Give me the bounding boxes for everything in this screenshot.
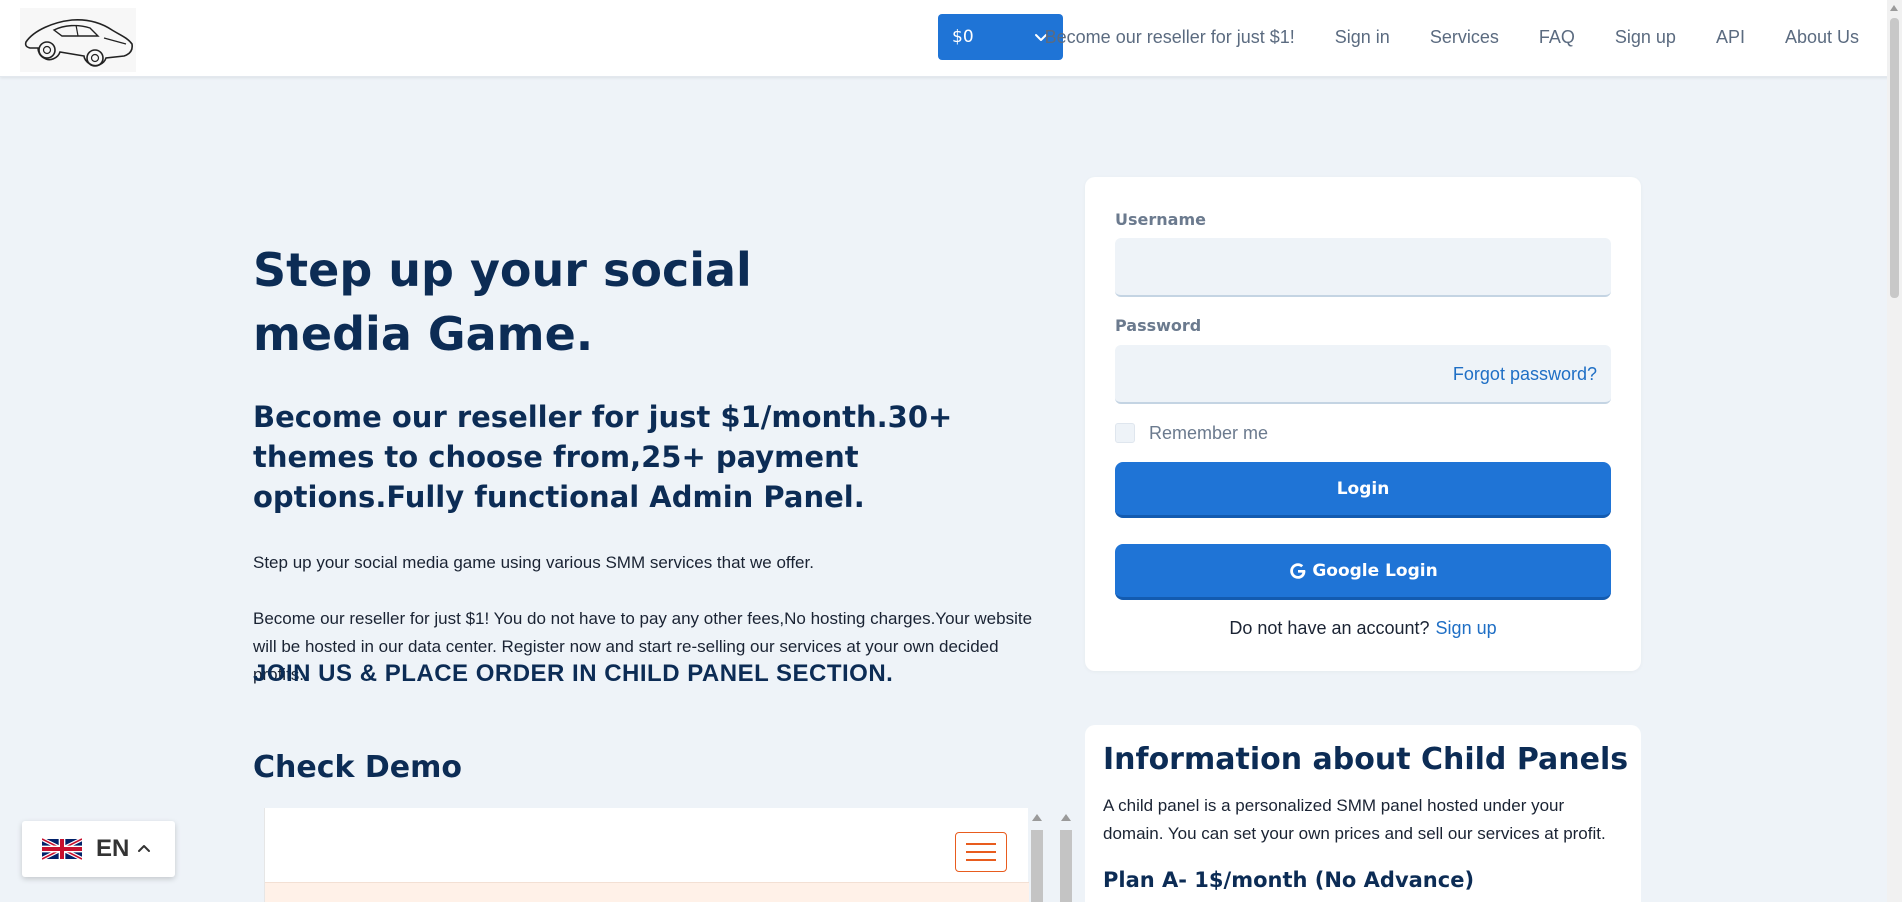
hero-title: Step up your social media Game.	[253, 243, 752, 361]
no-account-text: Do not have an account?	[1229, 618, 1430, 638]
join-us-heading: JOIN US & PLACE ORDER IN CHILD PANEL SEC…	[253, 660, 894, 687]
main-nav: Become our reseller for just $1! Sign in…	[1005, 0, 1859, 74]
username-label: Username	[1115, 210, 1206, 229]
login-button-label: Login	[1336, 478, 1390, 499]
demo-outer-scrollbar[interactable]	[1058, 808, 1074, 902]
hero-paragraph-1: Step up your social media game using var…	[253, 553, 814, 572]
outer-scroll-up-arrow-icon[interactable]	[1061, 814, 1071, 821]
demo-scrollbar-thumb[interactable]	[1031, 830, 1043, 902]
chevron-up-icon	[138, 845, 151, 852]
info-title: Information about Child Panels	[1103, 742, 1629, 777]
remember-me-label[interactable]: Remember me	[1149, 423, 1268, 444]
language-selector[interactable]: EN	[22, 821, 175, 877]
forgot-password-link[interactable]: Forgot password?	[1453, 364, 1597, 385]
signup-link[interactable]: Sign up	[1436, 618, 1497, 638]
child-panel-info-card: Information about Child Panels A child p…	[1085, 725, 1641, 902]
info-text: A child panel is a personalized SMM pane…	[1103, 796, 1606, 843]
page-scroll-up-icon[interactable]	[1890, 5, 1898, 11]
page-scrollbar[interactable]	[1887, 0, 1902, 902]
password-label: Password	[1115, 316, 1202, 335]
demo-banner-strip	[265, 882, 1029, 902]
nav-about-us[interactable]: About Us	[1785, 27, 1859, 48]
login-card: Username Password Forgot password? Remem…	[1085, 177, 1641, 671]
demo-scrollbar[interactable]	[1029, 808, 1045, 902]
nav-services[interactable]: Services	[1430, 27, 1499, 48]
currency-value: $0	[952, 27, 974, 47]
login-button[interactable]: Login	[1115, 462, 1611, 518]
username-input[interactable]	[1115, 238, 1611, 297]
scroll-up-arrow-icon[interactable]	[1032, 814, 1042, 821]
nav-sign-in[interactable]: Sign in	[1335, 27, 1390, 48]
nav-sign-up[interactable]: Sign up	[1615, 27, 1676, 48]
check-demo-title: Check Demo	[253, 750, 463, 785]
nav-api[interactable]: API	[1716, 27, 1745, 48]
demo-preview-frame[interactable]	[264, 808, 1029, 902]
hero-subtitle: Become our reseller for just $1/month.30…	[253, 400, 953, 514]
page-scrollbar-thumb[interactable]	[1890, 18, 1899, 298]
sports-car-logo[interactable]	[20, 8, 136, 72]
google-login-button[interactable]: Google Login	[1115, 544, 1611, 600]
signup-prompt: Do not have an account? Sign up	[1085, 618, 1641, 639]
top-navbar: $0 Become our reseller for just $1! Sign…	[0, 0, 1902, 77]
google-login-label: Google Login	[1312, 560, 1438, 581]
hamburger-menu-icon[interactable]	[955, 832, 1007, 872]
google-icon	[1290, 562, 1306, 579]
nav-reseller[interactable]: Become our reseller for just $1!	[1045, 27, 1295, 48]
language-code: EN	[96, 835, 130, 862]
nav-faq[interactable]: FAQ	[1539, 27, 1575, 48]
remember-me-checkbox[interactable]	[1115, 423, 1135, 443]
uk-flag-icon	[42, 837, 82, 861]
outer-scrollbar-thumb[interactable]	[1060, 830, 1072, 902]
plan-a-heading: Plan A- 1$/month (No Advance)	[1103, 868, 1475, 892]
